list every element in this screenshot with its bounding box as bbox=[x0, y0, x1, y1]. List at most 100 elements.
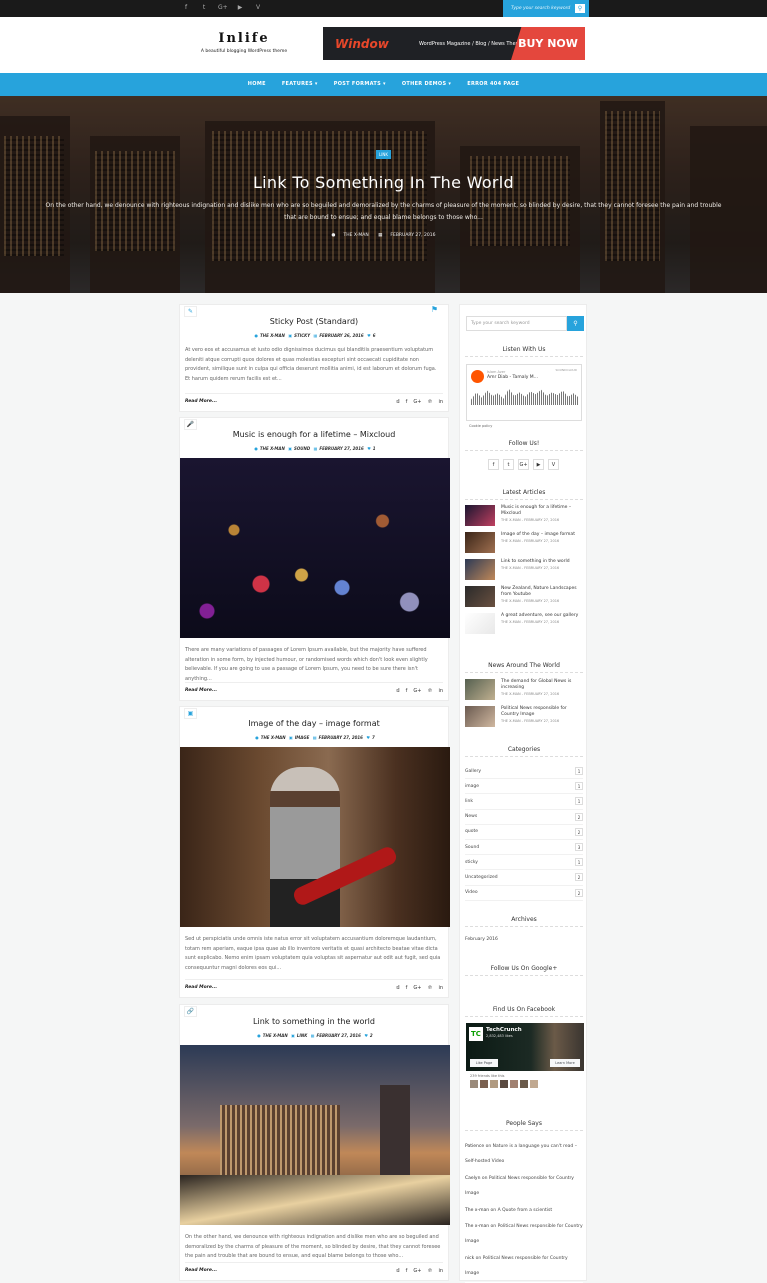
post-comments[interactable]: 6 bbox=[373, 333, 376, 338]
linkedin-icon[interactable]: in bbox=[438, 399, 443, 405]
post-author[interactable]: THE X-MAN bbox=[263, 1033, 288, 1038]
read-more-link[interactable]: Read More... bbox=[185, 399, 217, 405]
post-title[interactable]: Image of the day – image format bbox=[180, 719, 448, 728]
category-item[interactable]: Sound 3 bbox=[465, 840, 583, 856]
hero-title[interactable]: Link To Something In The World bbox=[0, 173, 767, 192]
hero-featured-post[interactable]: LINK Link To Something In The World On t… bbox=[0, 96, 767, 293]
read-more-link[interactable]: Read More... bbox=[185, 985, 217, 991]
article-title[interactable]: Political News responsible for Country I… bbox=[501, 706, 583, 718]
cookie-policy-link[interactable]: Cookie policy bbox=[469, 424, 492, 428]
like-page-button[interactable]: Like Page bbox=[470, 1059, 498, 1067]
post-author[interactable]: THE X-MAN bbox=[260, 333, 285, 338]
post-image-bokeh[interactable] bbox=[180, 458, 450, 638]
facebook-icon[interactable]: f bbox=[488, 459, 499, 470]
avatar[interactable] bbox=[480, 1080, 488, 1088]
sidebar-search-input[interactable]: Type your search keyword bbox=[466, 316, 567, 331]
avatar[interactable] bbox=[500, 1080, 508, 1088]
archive-link[interactable]: February 2016 bbox=[465, 937, 498, 942]
youtube-icon[interactable]: ▶ bbox=[533, 459, 544, 470]
soundcloud-track[interactable]: Amr Diab - Tamaly M... bbox=[487, 375, 538, 380]
comment-author[interactable]: The x-man bbox=[465, 1208, 489, 1213]
category-item[interactable]: quote 2 bbox=[465, 825, 583, 840]
category-item[interactable]: News 2 bbox=[465, 810, 583, 825]
comment-post-link[interactable]: Political News responsible for Country I… bbox=[465, 1256, 568, 1276]
comment-post-link[interactable]: A Quote from a scientist bbox=[498, 1208, 553, 1213]
article-title[interactable]: Image of the day – image format bbox=[501, 532, 575, 538]
list-item[interactable]: Link to something in the world THE X-MAN … bbox=[465, 559, 583, 586]
category-name[interactable]: Sound bbox=[465, 845, 479, 850]
comment-author[interactable]: Caelyn bbox=[465, 1176, 480, 1181]
category-name[interactable]: Gallery bbox=[465, 769, 481, 774]
list-item[interactable]: Image of the day – image format THE X-MAN… bbox=[465, 532, 583, 559]
category-name[interactable]: sticky bbox=[465, 860, 478, 865]
avatar[interactable] bbox=[490, 1080, 498, 1088]
twitter-icon[interactable]: 𝕕 bbox=[396, 1268, 400, 1274]
youtube-icon[interactable]: ▶ bbox=[236, 4, 244, 11]
pinterest-icon[interactable]: ℗ bbox=[427, 399, 432, 405]
category-item[interactable]: image 1 bbox=[465, 779, 583, 795]
google-plus-icon[interactable]: G+ bbox=[413, 688, 421, 694]
category-name[interactable]: News bbox=[465, 814, 477, 819]
list-item[interactable]: A great adventure, see our gallery THE X-… bbox=[465, 613, 583, 640]
facebook-page-name[interactable]: TechCrunch bbox=[486, 1027, 522, 1033]
linkedin-icon[interactable]: in bbox=[438, 1268, 443, 1274]
facebook-page-plugin[interactable]: TC TechCrunch 2,832,483 likes Like Page … bbox=[466, 1023, 584, 1091]
category-name[interactable]: link bbox=[465, 799, 473, 804]
category-name[interactable]: Video bbox=[465, 890, 478, 895]
avatar[interactable] bbox=[470, 1080, 478, 1088]
hero-category-badge[interactable]: LINK bbox=[376, 150, 391, 159]
twitter-icon[interactable]: t bbox=[503, 459, 514, 470]
comment-author[interactable]: Patience bbox=[465, 1144, 484, 1149]
post-title[interactable]: Music is enough for a lifetime – Mixclou… bbox=[180, 430, 448, 439]
twitter-icon[interactable]: 𝕕 bbox=[396, 399, 400, 405]
soundcloud-player[interactable]: Islam Azer Amr Diab - Tamaly M... SOUNDC… bbox=[466, 364, 582, 428]
nav-item-post-formats[interactable]: POST FORMATS ▾ bbox=[326, 73, 394, 96]
post-author[interactable]: THE X-MAN bbox=[261, 735, 286, 740]
read-more-link[interactable]: Read More... bbox=[185, 688, 217, 694]
facebook-icon[interactable]: f bbox=[406, 1268, 408, 1274]
post-image-guitarist[interactable] bbox=[180, 747, 450, 927]
category-item[interactable]: Gallery 1 bbox=[465, 764, 583, 780]
category-name[interactable]: quote bbox=[465, 829, 478, 834]
linkedin-icon[interactable]: in bbox=[438, 688, 443, 694]
category-name[interactable]: image bbox=[465, 784, 479, 789]
post-category[interactable]: SOUND bbox=[294, 446, 310, 451]
nav-item-error-404[interactable]: ERROR 404 PAGE bbox=[459, 73, 527, 96]
avatar[interactable] bbox=[530, 1080, 538, 1088]
article-title[interactable]: A great adventure, see our gallery bbox=[501, 613, 578, 619]
buy-now-button[interactable]: BUY NOW bbox=[511, 27, 585, 60]
list-item[interactable]: Music is enough for a lifetime – Mixclou… bbox=[465, 505, 583, 532]
category-item[interactable]: link 1 bbox=[465, 794, 583, 810]
facebook-icon[interactable]: f bbox=[182, 4, 190, 11]
google-plus-icon[interactable]: G+ bbox=[413, 985, 421, 991]
post-category[interactable]: LINK bbox=[297, 1033, 307, 1038]
article-title[interactable]: The demand for Global News is increasing bbox=[501, 679, 583, 691]
post-category[interactable]: STICKY bbox=[294, 333, 310, 338]
facebook-icon[interactable]: f bbox=[406, 985, 408, 991]
article-title[interactable]: Link to something in the world bbox=[501, 559, 570, 565]
play-icon[interactable] bbox=[471, 370, 484, 383]
post-comments[interactable]: 7 bbox=[372, 735, 375, 740]
google-plus-icon[interactable]: G+ bbox=[413, 399, 421, 405]
post-title[interactable]: Sticky Post (Standard) bbox=[180, 317, 448, 326]
pinterest-icon[interactable]: ℗ bbox=[427, 985, 432, 991]
ad-banner[interactable]: Window WordPress Magazine / Blog / News … bbox=[323, 27, 585, 60]
read-more-link[interactable]: Read More... bbox=[185, 1268, 217, 1274]
search-icon[interactable]: ⚲ bbox=[567, 316, 584, 331]
post-author[interactable]: THE X-MAN bbox=[260, 446, 285, 451]
post-image-city[interactable] bbox=[180, 1045, 450, 1225]
search-icon[interactable]: ⚲ bbox=[575, 4, 585, 13]
facebook-icon[interactable]: f bbox=[406, 399, 408, 405]
soundcloud-user[interactable]: Islam Azer bbox=[487, 370, 505, 374]
list-item[interactable]: The demand for Global News is increasing… bbox=[465, 679, 583, 706]
category-item[interactable]: Uncategorized 2 bbox=[465, 870, 583, 886]
vimeo-icon[interactable]: V bbox=[254, 4, 262, 11]
waveform[interactable] bbox=[471, 388, 579, 405]
category-item[interactable]: sticky 1 bbox=[465, 855, 583, 871]
google-plus-icon[interactable]: G+ bbox=[218, 4, 228, 11]
avatar[interactable] bbox=[520, 1080, 528, 1088]
twitter-icon[interactable]: 𝕕 bbox=[396, 985, 400, 991]
list-item[interactable]: Political News responsible for Country I… bbox=[465, 706, 583, 733]
learn-more-button[interactable]: Learn More bbox=[550, 1059, 580, 1067]
google-plus-icon[interactable]: G+ bbox=[518, 459, 529, 470]
